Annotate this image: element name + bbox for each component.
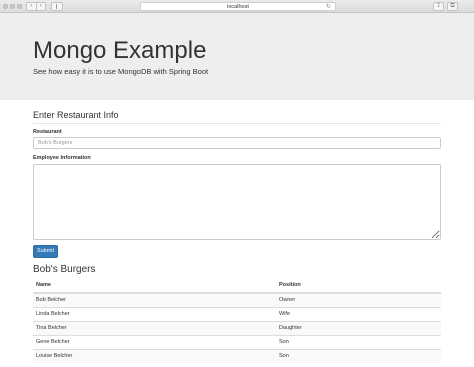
restaurant-name-heading: Bob's Burgers bbox=[33, 264, 96, 275]
table-row: Tina Belcher Daughter bbox=[33, 321, 441, 336]
table-row: Gene Belcher Son bbox=[33, 335, 441, 350]
table-row: Linda Belcher Wife bbox=[33, 307, 441, 322]
address-text: localhost bbox=[227, 4, 249, 10]
employee-name-cell: Gene Belcher bbox=[33, 335, 276, 350]
share-icon[interactable]: ⇪ bbox=[433, 2, 444, 11]
employee-position-cell: Owner bbox=[276, 292, 441, 308]
table-header-row: Name Position bbox=[33, 279, 441, 294]
employee-name-cell: Bob Belcher bbox=[33, 292, 276, 308]
history-nav: ‹ › bbox=[26, 2, 46, 11]
jumbotron: Mongo Example See how easy it is to use … bbox=[0, 13, 474, 100]
employee-name-cell: Linda Belcher bbox=[33, 307, 276, 322]
minimize-window-button[interactable] bbox=[10, 4, 15, 9]
sidebar-toggle-icon[interactable] bbox=[51, 2, 63, 11]
zoom-window-button[interactable] bbox=[17, 4, 22, 9]
reload-icon[interactable]: ↻ bbox=[326, 3, 331, 11]
table-row: Bob Belcher Owner bbox=[33, 292, 441, 308]
forward-icon[interactable]: › bbox=[35, 3, 46, 10]
submit-button[interactable]: Submit bbox=[33, 245, 58, 258]
close-window-button[interactable] bbox=[3, 4, 8, 9]
browser-toolbar: ‹ › localhost ↻ ⇪ ⧉ bbox=[0, 0, 474, 13]
employee-name-cell: Tina Belcher bbox=[33, 321, 276, 336]
employee-info-textarea[interactable] bbox=[33, 164, 441, 240]
form-section-title: Enter Restaurant Info bbox=[33, 110, 441, 124]
employee-table: Name Position Bob Belcher Owner Linda Be… bbox=[33, 279, 441, 363]
employee-position-cell: Wife bbox=[276, 307, 441, 322]
tabs-overview-icon[interactable]: ⧉ bbox=[447, 2, 458, 11]
employee-position-cell: Daughter bbox=[276, 321, 441, 336]
column-header-name: Name bbox=[33, 279, 276, 294]
restaurant-input[interactable] bbox=[33, 137, 441, 149]
employee-name-cell: Louise Belcher bbox=[33, 349, 276, 363]
table-row: Louise Belcher Son bbox=[33, 349, 441, 363]
employee-info-label: Employee Information bbox=[33, 155, 91, 161]
address-bar[interactable]: localhost ↻ bbox=[140, 2, 336, 11]
back-icon[interactable]: ‹ bbox=[27, 3, 36, 10]
employee-position-cell: Son bbox=[276, 349, 441, 363]
restaurant-label: Restaurant bbox=[33, 129, 62, 135]
page-subtitle: See how easy it is to use MongoDB with S… bbox=[33, 67, 209, 76]
employee-position-cell: Son bbox=[276, 335, 441, 350]
column-header-position: Position bbox=[276, 279, 441, 294]
page-title: Mongo Example bbox=[33, 37, 207, 64]
